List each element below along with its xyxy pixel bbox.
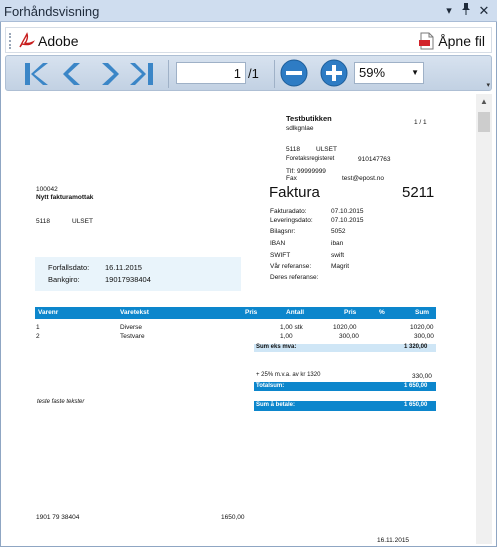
panel-title: Forhåndsvisning <box>4 4 100 19</box>
col-header: Pris <box>344 309 357 316</box>
fixed-text: teste faste tekster <box>37 399 85 405</box>
col-header: Pris <box>245 309 258 316</box>
zoom-value: 59% <box>359 65 386 80</box>
pay-label: Sum å betale: <box>256 402 296 408</box>
meta-value: iban <box>331 240 344 247</box>
row-price: 1020,00 <box>333 324 357 331</box>
meta-label: Bilagsnr: <box>270 228 296 235</box>
meta-value: Magrit <box>331 263 350 270</box>
pin-icon[interactable] <box>458 3 474 19</box>
payment-info-box: Forfallsdato: 16.11.2015 Bankgiro: 19017… <box>35 257 241 291</box>
total-bar: Totalsum: 1 650,00 <box>254 382 436 391</box>
shop-city: ULSET <box>316 146 337 153</box>
meta-label: Vår referanse: <box>270 263 312 270</box>
last-page-button[interactable] <box>128 59 156 89</box>
shop-zip: 5118 <box>286 146 300 153</box>
panel-title-bar: Forhåndsvisning ▾ ✕ <box>0 0 497 22</box>
total-value: 1 650,00 <box>404 383 428 389</box>
row-qty: 1,00 stk <box>280 324 303 331</box>
row-sum: 1020,00 <box>410 324 434 331</box>
meta-label: Leveringsdato: <box>270 217 313 224</box>
row-no: 2 <box>36 333 40 340</box>
col-header: % <box>379 309 385 316</box>
col-header: Sum <box>415 309 430 316</box>
page-number-input[interactable] <box>176 62 246 84</box>
pdf-file-icon <box>419 32 434 50</box>
meta-label: SWIFT <box>270 252 291 259</box>
footer-account: 1901 79 38404 <box>36 514 80 521</box>
sum-ex-value: 1 320,00 <box>404 344 428 350</box>
open-file-button[interactable]: Åpne fil <box>419 31 485 51</box>
scroll-thumb[interactable] <box>478 112 490 132</box>
vat-value: 330,00 <box>412 373 432 380</box>
chevron-down-icon[interactable]: ▾ <box>441 3 457 19</box>
fax-label: Fax <box>286 175 297 182</box>
row-text: Diverse <box>120 324 143 331</box>
toolbar-options-icon[interactable]: ▾ <box>486 81 490 89</box>
meta-value: 07.10.2015 <box>331 217 364 224</box>
row-price: 300,00 <box>339 333 359 340</box>
scroll-up-icon[interactable]: ▲ <box>476 94 492 110</box>
page-counter: 1 / 1 <box>414 119 427 126</box>
adobe-bar: Adobe Åpne fil <box>5 27 492 53</box>
toolbar-separator <box>274 60 275 88</box>
open-file-label: Åpne fil <box>438 33 485 49</box>
due-label: Forfallsdato: <box>48 263 90 272</box>
sum-ex-bar: Sum eks mva: 1 320,00 <box>254 344 436 352</box>
col-header: Varenr <box>38 309 59 316</box>
invoice-page: Testbutikken sdlkgnlae 1 / 1 5118 ULSET … <box>10 94 474 546</box>
sum-ex-label: Sum eks mva: <box>256 344 297 350</box>
tlf-label: Tlf: <box>286 168 296 175</box>
previous-page-button[interactable] <box>60 59 88 89</box>
col-header: Varetekst <box>120 309 149 316</box>
meta-label: Deres referanse: <box>270 274 319 281</box>
total-label: Totalsum: <box>256 383 285 389</box>
page-total: /1 <box>248 66 259 81</box>
row-text: Testvare <box>120 333 145 340</box>
org-label: Foretaksregisteret <box>286 156 335 162</box>
meta-value: 5052 <box>331 228 346 235</box>
zoom-in-button[interactable] <box>320 59 348 87</box>
customer-zip: 5118 <box>36 218 50 225</box>
zoom-out-button[interactable] <box>280 59 308 87</box>
col-header: Antall <box>286 309 305 316</box>
customer-city: ULSET <box>72 218 93 225</box>
next-page-button[interactable] <box>96 59 124 89</box>
shop-name: Testbutikken <box>286 114 332 123</box>
org-value: 910147763 <box>358 156 391 163</box>
due-value: 16.11.2015 <box>105 263 142 272</box>
meta-value: swift <box>331 252 344 259</box>
email: test@epost.no <box>342 175 385 182</box>
meta-value: 07.10.2015 <box>331 208 364 215</box>
giro-label: Bankgiro: <box>48 275 80 284</box>
pay-bar: Sum å betale: 1 650,00 <box>254 401 436 411</box>
tlf-value: 99999999 <box>297 168 326 175</box>
pay-value: 1 650,00 <box>404 402 428 408</box>
footer-amount: 1650,00 <box>221 514 245 521</box>
adobe-logo-icon <box>19 32 35 48</box>
meta-label: IBAN <box>270 240 286 247</box>
zoom-select[interactable]: 59% ▼ <box>354 62 424 84</box>
row-qty: 1,00 <box>280 333 293 340</box>
giro-value: 19017938404 <box>105 275 151 284</box>
shop-subtitle: sdlkgnlae <box>286 125 314 132</box>
row-no: 1 <box>36 324 40 331</box>
customer-name: Nytt fakturamottak <box>36 194 94 201</box>
grip-icon[interactable] <box>9 33 11 49</box>
customer-number: 100042 <box>36 186 58 193</box>
vertical-scrollbar[interactable]: ▲ <box>476 94 492 544</box>
close-icon[interactable]: ✕ <box>476 3 492 19</box>
toolbar-separator <box>168 60 169 88</box>
adobe-label: Adobe <box>38 33 79 49</box>
vat-line: + 25% m.v.a. av kr 1320 <box>256 372 321 378</box>
table-header: Varenr Varetekst Pris Antall Pris % Sum <box>35 307 436 319</box>
invoice-number: 5211 <box>402 184 435 201</box>
viewer-toolbar: /1 59% ▼ ▾ <box>5 55 492 91</box>
footer-date: 16.11.2015 <box>377 537 410 544</box>
invoice-title: Faktura <box>269 184 320 201</box>
chevron-down-icon: ▼ <box>411 68 419 77</box>
meta-label: Fakturadato: <box>270 208 307 215</box>
first-page-button[interactable] <box>22 59 50 89</box>
row-sum: 300,00 <box>414 333 434 340</box>
